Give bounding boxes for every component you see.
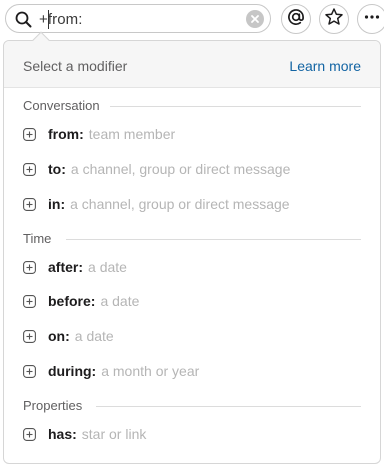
panel-title: Select a modifier — [23, 58, 128, 74]
modifier-hint: a date — [74, 328, 114, 344]
modifier-key: has: — [48, 426, 77, 442]
plus-square-icon — [23, 260, 36, 274]
search-input[interactable]: +from: — [5, 4, 271, 33]
modifier-item-to[interactable]: to: a channel, group or direct message — [23, 159, 290, 179]
panel-header: Select a modifier Learn more — [4, 41, 380, 88]
modifier-item-on[interactable]: on: a date — [23, 326, 114, 346]
star-icon — [324, 7, 344, 32]
mentions-button[interactable] — [281, 4, 311, 34]
modifier-item-before[interactable]: before: a date — [23, 291, 139, 311]
plus-square-icon — [23, 329, 36, 343]
modifier-item-from[interactable]: from: team member — [23, 124, 175, 144]
modifier-hint: team member — [88, 126, 176, 142]
modifier-key: in: — [48, 196, 66, 212]
modifier-key: to: — [48, 161, 66, 177]
modifier-hint: a date — [88, 259, 127, 275]
modifier-key: from: — [48, 126, 84, 142]
learn-more-link[interactable]: Learn more — [289, 58, 361, 74]
section-divider — [66, 239, 361, 240]
at-icon — [286, 7, 306, 32]
section-label-conversation: Conversation — [23, 98, 100, 113]
modifier-hint: a date — [100, 293, 140, 309]
modifier-hint: a channel, group or direct message — [70, 196, 290, 212]
plus-square-icon — [23, 364, 36, 378]
search-query-text: +from: — [39, 11, 83, 28]
modifier-item-in[interactable]: in: a channel, group or direct message — [23, 194, 290, 214]
plus-square-icon — [23, 294, 36, 308]
section-divider — [110, 106, 361, 107]
plus-square-icon — [23, 127, 36, 141]
starred-items-button[interactable] — [319, 4, 349, 34]
modifier-key: after: — [48, 259, 84, 275]
more-options-button[interactable] — [357, 4, 384, 34]
modifier-item-during[interactable]: during: a month or year — [23, 361, 199, 381]
modifier-hint: star or link — [81, 426, 147, 442]
section-label-time: Time — [23, 231, 52, 246]
modifier-key: on: — [48, 328, 70, 344]
section-label-properties: Properties — [23, 398, 83, 413]
search-icon — [15, 11, 32, 28]
search-toolbar: +from: — [0, 0, 384, 38]
section-divider — [96, 406, 361, 407]
modifier-item-after[interactable]: after: a date — [23, 257, 127, 277]
plus-square-icon — [23, 162, 36, 176]
plus-square-icon — [23, 197, 36, 211]
modifier-hint: a channel, group or direct message — [70, 161, 291, 177]
modifier-item-has[interactable]: has: star or link — [23, 424, 146, 444]
modifier-hint: a month or year — [101, 363, 200, 379]
plus-square-icon — [23, 427, 36, 441]
more-icon — [362, 7, 382, 32]
search-modifier-panel: Select a modifier Learn more Conversatio… — [3, 31, 381, 464]
clear-icon[interactable] — [246, 10, 264, 28]
modifier-key: during: — [48, 363, 97, 379]
modifier-key: before: — [48, 293, 96, 309]
text-caret — [48, 10, 49, 29]
